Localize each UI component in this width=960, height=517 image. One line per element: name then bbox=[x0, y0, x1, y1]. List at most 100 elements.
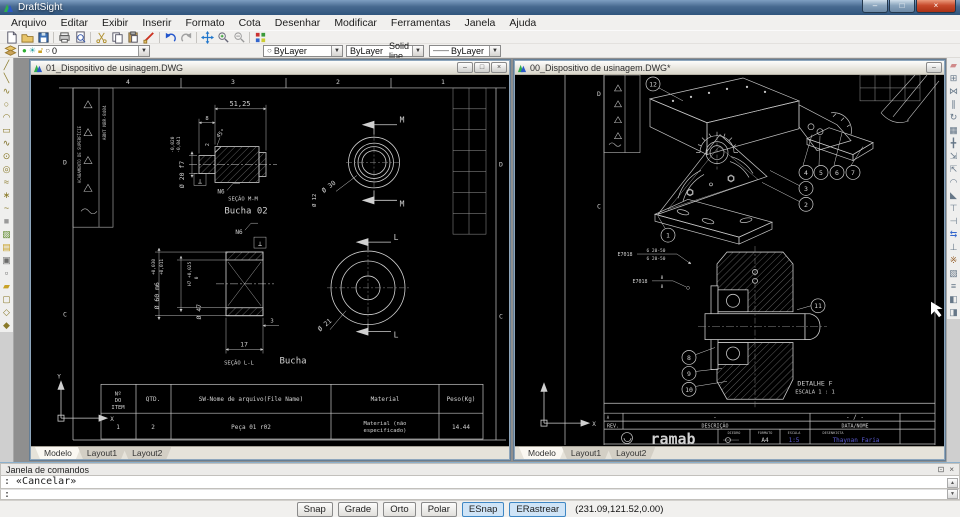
tab-layout1[interactable]: Layout1 bbox=[78, 447, 126, 459]
tab-modelo[interactable]: Modelo bbox=[35, 447, 81, 459]
scale-icon[interactable]: ⇲ bbox=[948, 150, 960, 163]
menu-desenhar[interactable]: Desenhar bbox=[268, 17, 328, 29]
menu-arquivo[interactable]: Arquivo bbox=[4, 17, 54, 29]
insert-block-icon[interactable]: ▫ bbox=[1, 267, 13, 280]
donut-icon[interactable]: ◎ bbox=[1, 163, 13, 176]
polar-toggle[interactable]: Polar bbox=[420, 502, 457, 517]
solid-icon[interactable]: ◆ bbox=[1, 319, 13, 332]
maximize-button[interactable]: □ bbox=[889, 0, 915, 13]
rotate-icon[interactable]: ↻ bbox=[948, 111, 960, 124]
mirror-icon[interactable]: ⋈ bbox=[948, 85, 960, 98]
document-titlebar[interactable]: 01_Dispositivo de usinagem.DWG – □ × bbox=[31, 61, 509, 75]
float-icon[interactable]: ⊡ bbox=[938, 465, 945, 474]
copy-icon[interactable]: ⊞ bbox=[948, 72, 960, 85]
properties-painter-icon[interactable] bbox=[141, 31, 157, 44]
menu-exibir[interactable]: Exibir bbox=[95, 17, 135, 29]
zoom-back-icon[interactable] bbox=[231, 31, 247, 44]
grid-toggle[interactable]: Grade bbox=[337, 502, 379, 517]
menu-formato[interactable]: Formato bbox=[179, 17, 232, 29]
document-titlebar[interactable]: 00_Dispositivo de usinagem.DWG* – bbox=[515, 61, 944, 75]
lineweight-combo[interactable]: —— ByLayer ▼ bbox=[429, 44, 501, 57]
scroll-down-icon[interactable]: ▼ bbox=[947, 489, 958, 499]
chamfer-icon[interactable]: ◣ bbox=[948, 189, 960, 202]
doc-close-button[interactable]: × bbox=[491, 62, 507, 73]
arc-icon[interactable]: ◠ bbox=[1, 111, 13, 124]
menu-editar[interactable]: Editar bbox=[54, 17, 95, 29]
gradient-icon[interactable]: ▤ bbox=[1, 241, 13, 254]
trim-icon[interactable]: ⊤ bbox=[948, 202, 960, 215]
command-input[interactable]: : bbox=[0, 489, 960, 500]
properties-painter-icon[interactable]: ◧ bbox=[948, 293, 960, 306]
close-button[interactable]: × bbox=[916, 0, 956, 13]
zoom-dynamic-icon[interactable] bbox=[215, 31, 231, 44]
linecolor-combo-dropdown-icon[interactable]: ▼ bbox=[331, 45, 342, 56]
doc-minimize-button[interactable]: – bbox=[457, 62, 473, 73]
copy-icon[interactable] bbox=[109, 31, 125, 44]
edit-polyline-icon[interactable]: ≡ bbox=[948, 280, 960, 293]
scroll-up-icon[interactable]: ▲ bbox=[947, 478, 958, 488]
circle-icon[interactable]: ○ bbox=[1, 98, 13, 111]
delete-icon[interactable]: ▰ bbox=[948, 59, 960, 72]
layers-manager-icon[interactable] bbox=[2, 44, 18, 57]
spline-icon[interactable]: ∿ bbox=[1, 137, 13, 150]
close-icon[interactable]: × bbox=[949, 465, 954, 474]
boundary-icon[interactable]: ▢ bbox=[1, 293, 13, 306]
offset-icon[interactable]: ∥ bbox=[948, 98, 960, 111]
tab-layout2[interactable]: Layout2 bbox=[607, 447, 655, 459]
edit-hatch-icon[interactable]: ▧ bbox=[948, 267, 960, 280]
lineweight-combo-dropdown-icon[interactable]: ▼ bbox=[489, 45, 500, 56]
split-icon[interactable]: ⇆ bbox=[948, 228, 960, 241]
doc-restore-button[interactable]: □ bbox=[474, 62, 490, 73]
command-window-header[interactable]: Janela de comandos ⊡ × bbox=[0, 463, 960, 476]
menu-ferramentas[interactable]: Ferramentas bbox=[384, 17, 458, 29]
menu-ajuda[interactable]: Ajuda bbox=[502, 17, 543, 29]
move-icon[interactable]: ╋ bbox=[948, 137, 960, 150]
linecolor-combo[interactable]: ○ ByLayer ▼ bbox=[263, 44, 343, 57]
stretch-icon[interactable]: ⇱ bbox=[948, 163, 960, 176]
cut-icon[interactable] bbox=[93, 31, 109, 44]
line-icon[interactable]: ╱ bbox=[1, 59, 13, 72]
weld-icon[interactable]: ⊥ bbox=[948, 241, 960, 254]
options-icon[interactable] bbox=[252, 31, 268, 44]
pattern-icon[interactable]: ▦ bbox=[948, 124, 960, 137]
linestyle-combo[interactable]: ByLayer Solid line ▼ bbox=[346, 41, 424, 61]
save-icon[interactable] bbox=[35, 31, 51, 44]
hatch-icon[interactable]: ▨ bbox=[1, 228, 13, 241]
fillet-icon[interactable]: ◠ bbox=[948, 176, 960, 189]
freehand-icon[interactable]: ~ bbox=[1, 202, 13, 215]
redo-icon[interactable] bbox=[178, 31, 194, 44]
snap-toggle[interactable]: Snap bbox=[296, 502, 333, 517]
note-icon[interactable]: ▰ bbox=[1, 280, 13, 293]
menu-janela[interactable]: Janela bbox=[457, 17, 502, 29]
drawing-canvas-00[interactable]: D C E7018 6 20-50 6 20-50 E7018 8 8 DETA… bbox=[515, 75, 944, 446]
open-icon[interactable] bbox=[19, 31, 35, 44]
print-preview-icon[interactable] bbox=[72, 30, 88, 44]
tab-layout1[interactable]: Layout1 bbox=[562, 447, 610, 459]
command-scrollbar[interactable]: ▲ ▼ bbox=[947, 478, 958, 499]
tab-modelo[interactable]: Modelo bbox=[519, 447, 565, 459]
doc-minimize-button[interactable]: – bbox=[926, 62, 942, 73]
menu-cota[interactable]: Cota bbox=[232, 17, 268, 29]
ellipse-icon[interactable]: ⊙ bbox=[1, 150, 13, 163]
paste-icon[interactable] bbox=[125, 30, 141, 44]
pan-icon[interactable] bbox=[199, 30, 215, 44]
new-icon[interactable] bbox=[3, 30, 19, 44]
esnap-toggle[interactable]: ESnap bbox=[461, 502, 505, 517]
construction-line-icon[interactable]: ╲ bbox=[1, 72, 13, 85]
rectangle-icon[interactable]: ▭ bbox=[1, 124, 13, 137]
block-icon[interactable]: ▣ bbox=[1, 254, 13, 267]
polyline-icon[interactable]: ∿ bbox=[1, 85, 13, 98]
region-icon[interactable]: ■ bbox=[1, 215, 13, 228]
print-icon[interactable] bbox=[56, 31, 72, 44]
tab-layout2[interactable]: Layout2 bbox=[123, 447, 171, 459]
format-painter-icon[interactable]: ◨ bbox=[948, 306, 960, 319]
layer-combo-dropdown-icon[interactable]: ▼ bbox=[138, 45, 149, 56]
ortho-toggle[interactable]: Orto bbox=[383, 502, 416, 517]
point-icon[interactable]: ∗ bbox=[1, 189, 13, 202]
menu-modificar[interactable]: Modificar bbox=[327, 17, 384, 29]
undo-icon[interactable] bbox=[162, 31, 178, 44]
layer-combo[interactable]: ● ☀ 🔓︎ ○ 0 ▼ bbox=[18, 44, 150, 57]
minimize-button[interactable]: – bbox=[862, 0, 888, 13]
menu-inserir[interactable]: Inserir bbox=[135, 17, 178, 29]
drawing-canvas-01[interactable]: 4 3 2 1 D C D C ACABAMENTO DE SUPERFÍCIE bbox=[31, 75, 509, 446]
